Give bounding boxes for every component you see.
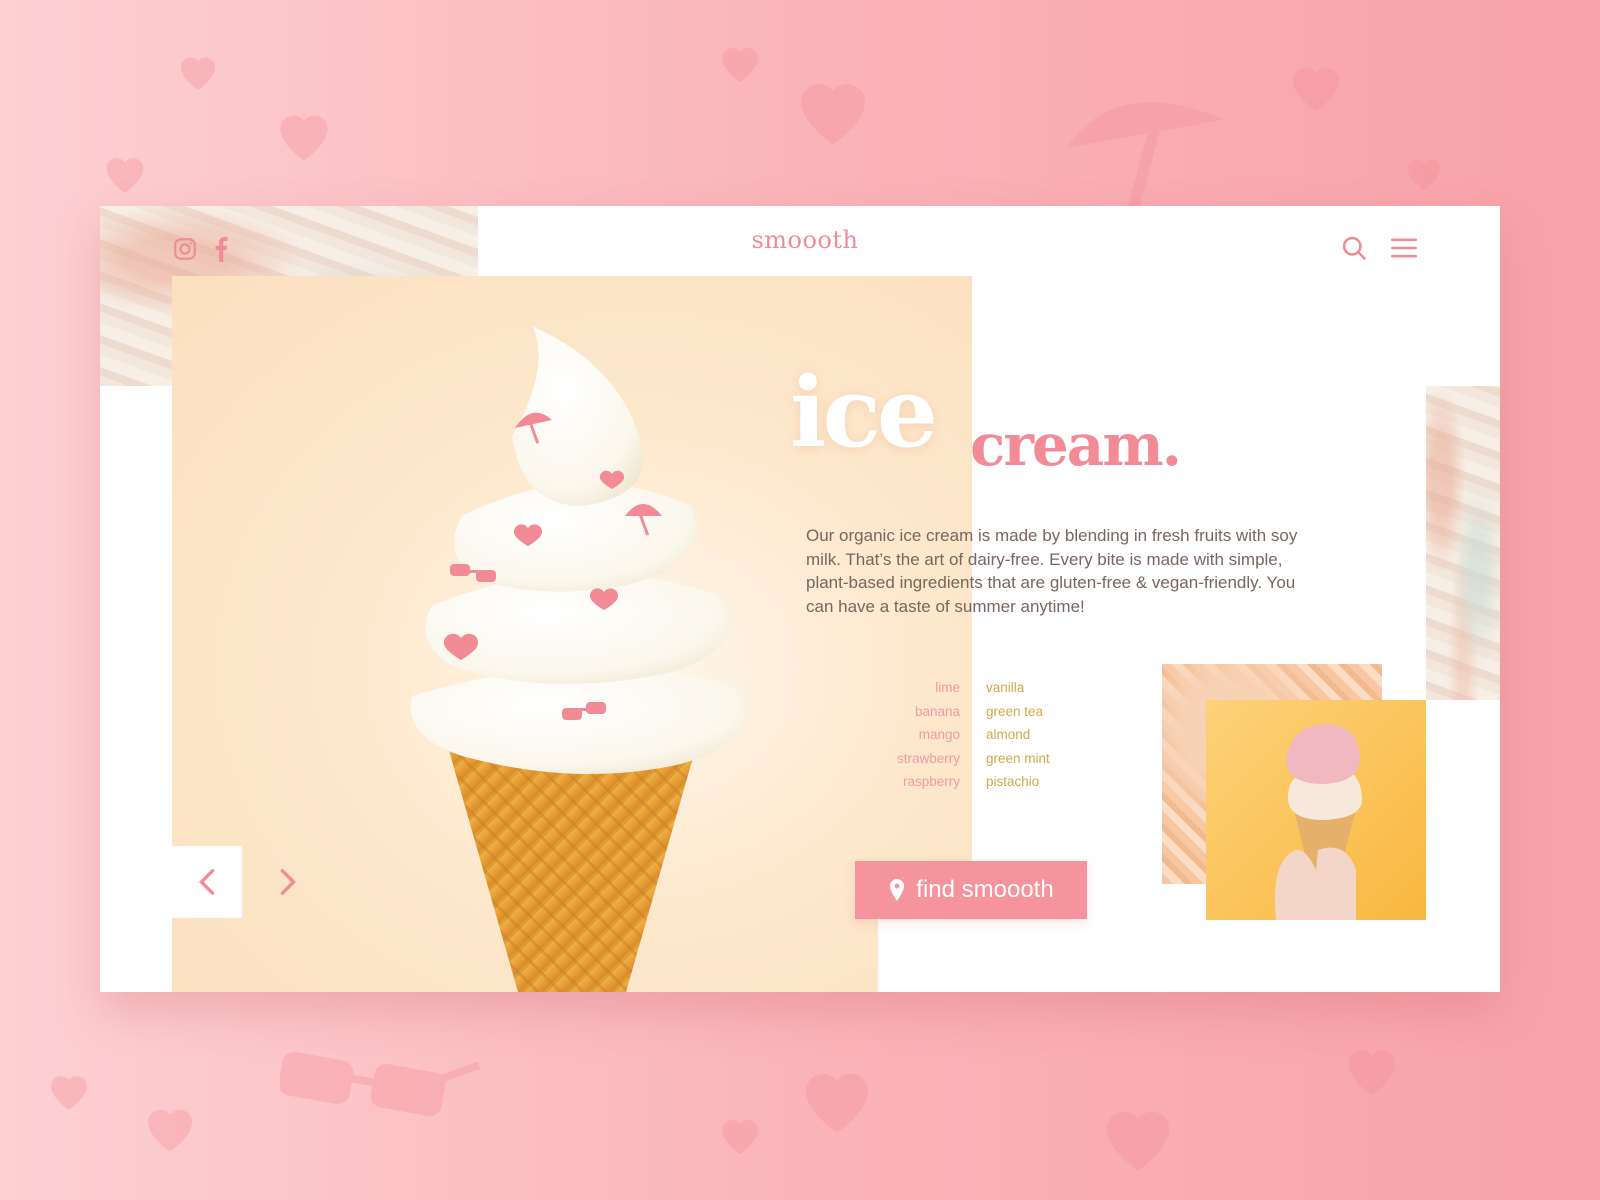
flavor-item: lime (935, 680, 960, 695)
social-links (172, 236, 230, 262)
search-icon[interactable] (1340, 234, 1368, 262)
header-actions (1340, 234, 1418, 262)
background-heart-icon (722, 1120, 758, 1154)
flavor-item: banana (914, 703, 960, 719)
classic-flavor-list: vanilla green tea almond green mint pist… (986, 676, 1106, 794)
carousel-next-button[interactable] (268, 854, 308, 910)
instagram-icon[interactable] (172, 236, 198, 262)
flavor-item: mango (918, 727, 960, 742)
background-heart-icon (180, 57, 216, 91)
background-heart-icon (722, 47, 758, 82)
facebook-icon[interactable] (212, 236, 230, 262)
flavor-item: green tea (986, 703, 1044, 719)
background-heart-icon (147, 1109, 193, 1152)
flavor-item: green mint (986, 750, 1050, 766)
background-sunglasses-icon (280, 1051, 480, 1117)
flavor-item: raspberry (902, 774, 960, 789)
background-umbrella-icon (1065, 102, 1225, 210)
background-heart-icon (1106, 1111, 1170, 1171)
find-smoooth-button[interactable]: find smoooth (855, 861, 1087, 919)
flavor-item: strawberry (896, 750, 960, 766)
brand-logo[interactable]: smoooth (750, 226, 860, 254)
carousel-prev-button[interactable] (172, 846, 242, 918)
product-description: Our organic ice cream is made by blendin… (806, 526, 1298, 616)
find-smoooth-label: find smoooth (916, 876, 1054, 903)
fruit-flavor-list: lime banana mango strawberry raspberry (860, 676, 960, 794)
background-heart-icon (106, 158, 144, 193)
background-heart-icon (280, 115, 328, 161)
flavor-item: vanilla (986, 680, 1025, 695)
top-navigation-bar: smoooth (100, 206, 1500, 276)
background-heart-icon (801, 84, 865, 145)
headline-ice: ice (790, 356, 938, 469)
background-heart-icon (1407, 159, 1441, 191)
landing-page-card: smoooth ice cream. Our organic ice cream… (100, 206, 1500, 992)
flavor-item: almond (986, 727, 1031, 742)
flavor-item: pistachio (986, 774, 1040, 789)
soft-serve-cone-illustration (410, 326, 746, 992)
strawberry-cone-photo (1206, 700, 1426, 920)
headline-cream: cream. (970, 411, 1182, 479)
background-heart-icon (1348, 1050, 1396, 1096)
marble-texture-image (1426, 386, 1500, 700)
background-heart-icon (805, 1073, 869, 1133)
hamburger-menu-icon[interactable] (1390, 236, 1418, 260)
background-heart-icon (51, 1076, 87, 1110)
chevron-right-icon (280, 869, 296, 895)
location-pin-icon (890, 879, 905, 901)
chevron-left-icon (199, 869, 215, 895)
hand-holding-cone-illustration (1274, 724, 1362, 920)
background-heart-icon (1293, 68, 1339, 112)
